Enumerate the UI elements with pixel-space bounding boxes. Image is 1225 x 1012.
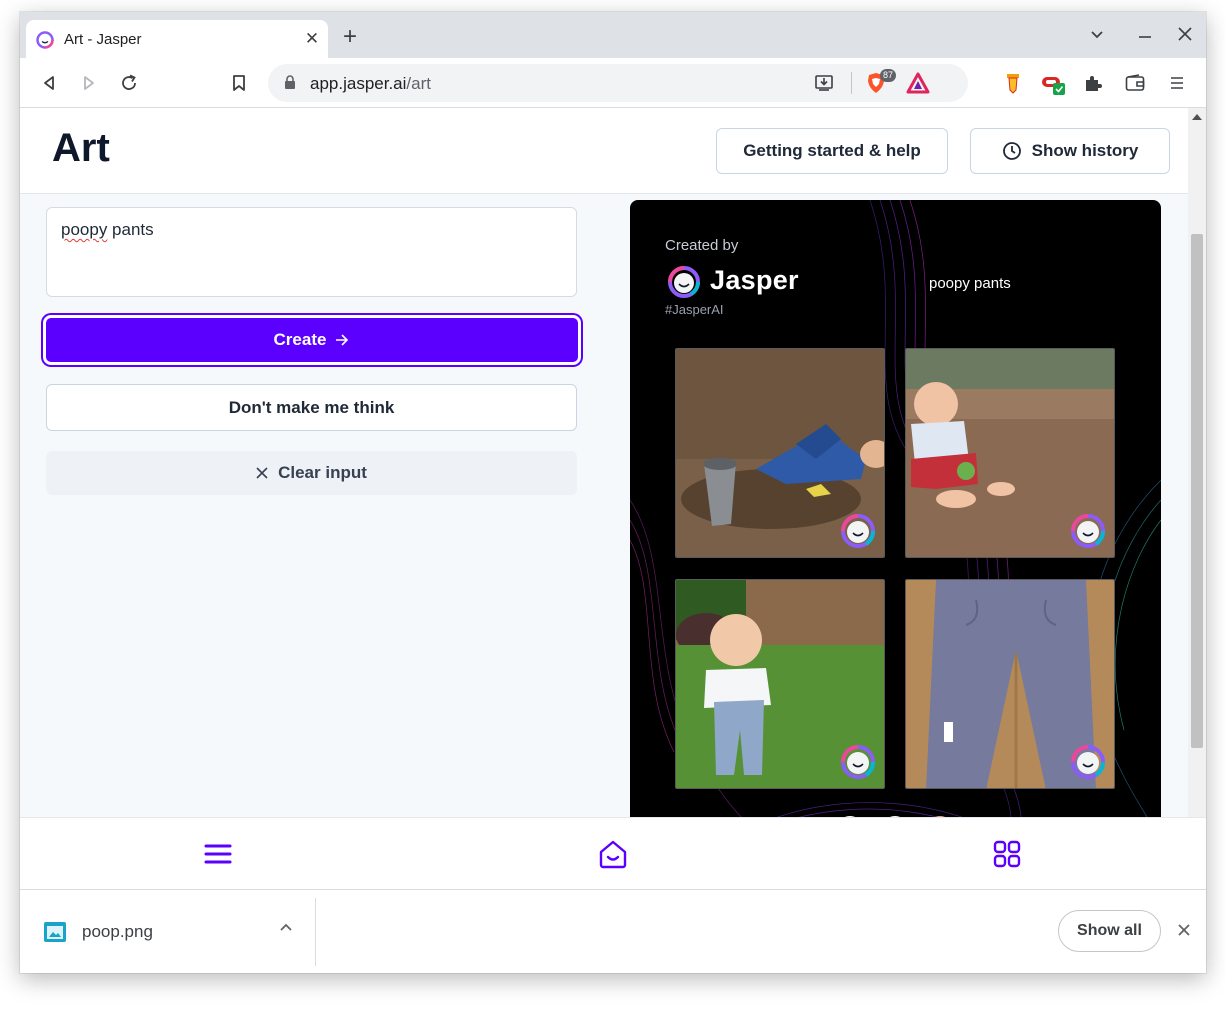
jasper-favicon-icon (36, 31, 54, 49)
created-by-label: Created by (665, 237, 739, 254)
prompt-input[interactable]: poopy pants (46, 207, 577, 297)
generated-image-2[interactable] (905, 348, 1115, 558)
page-header: Art Getting started & help Show history (20, 108, 1188, 194)
close-shelf-icon[interactable] (1174, 920, 1194, 940)
hamburger-menu-icon[interactable] (202, 838, 234, 870)
reload-icon[interactable] (116, 70, 142, 96)
minimize-icon[interactable] (1134, 26, 1156, 48)
extensions-puzzle-icon[interactable] (1080, 70, 1106, 96)
download-file-name: poop.png (82, 922, 153, 941)
apps-grid-icon[interactable] (991, 838, 1023, 870)
art-result-card: Created by Jasper #JasperAI poopy pants (630, 200, 1161, 817)
jasper-logo-icon (668, 266, 700, 298)
address-bar[interactable]: app.jasper.ai/art 87 (268, 64, 968, 102)
arrow-right-icon (336, 334, 349, 346)
download-divider (315, 898, 316, 966)
lock-icon (285, 75, 295, 89)
jasper-watermark-icon (1071, 745, 1105, 779)
tab-search-chevron-icon[interactable] (1086, 26, 1108, 48)
back-icon[interactable] (36, 70, 62, 96)
dont-make-me-think-button[interactable]: Don't make me think (46, 384, 577, 431)
create-button[interactable]: Create (43, 315, 581, 365)
clear-input-label: Clear input (278, 463, 367, 482)
wallet-icon[interactable] (1122, 70, 1148, 96)
jasper-watermark-icon (841, 514, 875, 548)
page-title: Art (52, 126, 110, 170)
generated-image-1[interactable] (675, 348, 885, 558)
show-history-label: Show history (1031, 141, 1139, 160)
generated-image-4[interactable] (905, 579, 1115, 789)
scroll-up-icon[interactable] (1192, 114, 1202, 120)
jasper-watermark-icon (841, 745, 875, 779)
brave-rewards-icon[interactable] (906, 72, 930, 94)
chevron-up-icon[interactable] (278, 920, 294, 936)
dont-make-me-think-label: Don't make me think (228, 397, 395, 417)
show-history-button[interactable]: Show history (970, 128, 1170, 174)
browser-toolbar: app.jasper.ai/art 87 (20, 58, 1206, 108)
jasper-hashtag: #JasperAI (665, 302, 724, 317)
scrollbar-thumb[interactable] (1191, 234, 1203, 748)
tab-close-icon[interactable]: ✕ (302, 29, 322, 49)
new-tab-button[interactable]: + (338, 25, 362, 50)
image-file-icon (44, 922, 66, 942)
show-all-label: Show all (1077, 922, 1142, 939)
window-close-icon[interactable] (1174, 26, 1196, 48)
bookmark-icon[interactable] (226, 70, 252, 96)
tab-art-jasper[interactable]: Art - Jasper ✕ (26, 20, 328, 58)
tab-title: Art - Jasper (64, 31, 142, 48)
download-item[interactable]: poop.png (20, 898, 316, 966)
getting-started-button[interactable]: Getting started & help (716, 128, 948, 174)
page-content: Art Getting started & help Show history … (20, 108, 1188, 817)
clear-input-button[interactable]: Clear input (46, 451, 577, 495)
tab-strip: Art - Jasper ✕ + (20, 12, 1206, 58)
clock-icon (1002, 142, 1021, 160)
prompt-rest: pants (107, 220, 154, 239)
page-scrollbar[interactable] (1188, 108, 1206, 817)
create-label: Create (273, 330, 327, 349)
extension-lastpass-icon[interactable] (1040, 70, 1066, 96)
install-app-icon[interactable] (814, 73, 834, 93)
menu-icon[interactable] (1164, 70, 1190, 96)
forward-icon[interactable] (76, 70, 102, 96)
home-icon[interactable] (597, 838, 629, 870)
getting-started-label: Getting started & help (743, 141, 921, 160)
download-shelf: poop.png Show all (20, 889, 1206, 973)
bottom-nav (20, 817, 1206, 889)
show-all-downloads-button[interactable]: Show all (1058, 910, 1161, 952)
jasper-brand-label: Jasper (710, 265, 799, 295)
prompt-first-word: poopy (61, 220, 108, 239)
browser-window: Art - Jasper ✕ + app.jasper.ai/art 87 Ar… (20, 12, 1206, 973)
url-text: app.jasper.ai/art (310, 74, 431, 93)
jasper-watermark-icon (1071, 514, 1105, 548)
card-prompt-text: poopy pants (929, 275, 1011, 292)
extension-pencil-icon[interactable] (1000, 70, 1026, 96)
generated-image-3[interactable] (675, 579, 885, 789)
shield-count-badge: 87 (880, 69, 896, 82)
x-icon (256, 467, 268, 479)
